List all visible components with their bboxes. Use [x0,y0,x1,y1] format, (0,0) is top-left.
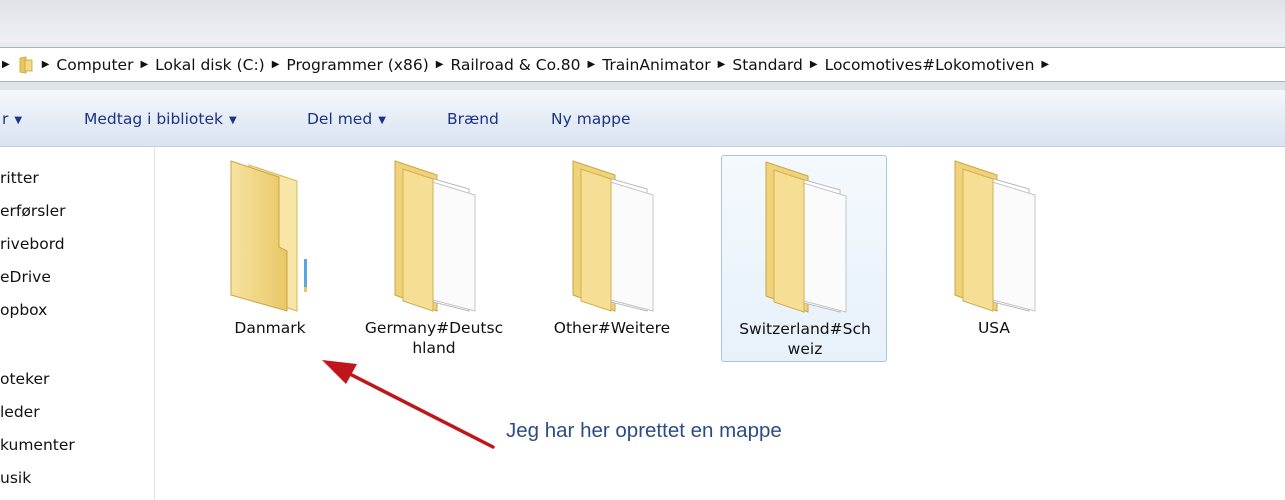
annotation-text: Jeg har her oprettet en mappe [506,419,782,442]
